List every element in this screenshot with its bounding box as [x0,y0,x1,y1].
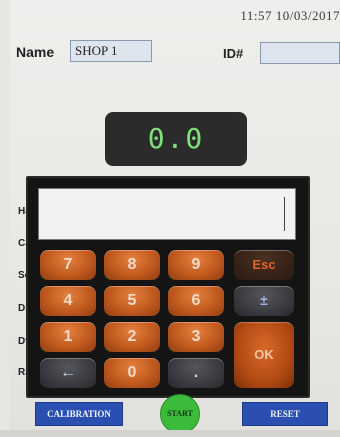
key-2[interactable]: 2 [104,322,160,352]
calibration-button[interactable]: CALIBRATION [35,402,123,426]
keypad-entry-field[interactable] [38,188,296,240]
decimal-key[interactable]: . [168,358,224,388]
key-5[interactable]: 5 [104,286,160,316]
key-6[interactable]: 6 [168,286,224,316]
id-label: ID# [223,46,244,61]
key-4[interactable]: 4 [40,286,96,316]
key-9[interactable]: 9 [168,250,224,280]
device-screen: 11:57 10/03/2017 Name SHOP 1 ID# 0.0 Ha … [10,0,340,434]
datetime: 11:57 10/03/2017 [240,8,340,23]
id-field[interactable] [260,42,340,64]
numeric-keypad: 7 8 9 Esc 4 5 6 ± 1 2 3 OK ← 0 . [26,176,310,398]
name-label: Name [16,44,55,60]
key-1[interactable]: 1 [40,322,96,352]
reading-display: 0.0 [105,112,247,166]
text-cursor [284,197,285,231]
device-bezel [0,430,340,437]
backspace-key[interactable]: ← [40,358,96,388]
start-button[interactable]: START [160,394,200,434]
plus-minus-key[interactable]: ± [234,286,294,316]
reset-button[interactable]: RESET [242,402,328,426]
key-7[interactable]: 7 [40,250,96,280]
ok-key[interactable]: OK [234,322,294,388]
key-8[interactable]: 8 [104,250,160,280]
name-field[interactable]: SHOP 1 [70,40,152,62]
key-0[interactable]: 0 [104,358,160,388]
esc-key[interactable]: Esc [234,250,294,280]
key-3[interactable]: 3 [168,322,224,352]
